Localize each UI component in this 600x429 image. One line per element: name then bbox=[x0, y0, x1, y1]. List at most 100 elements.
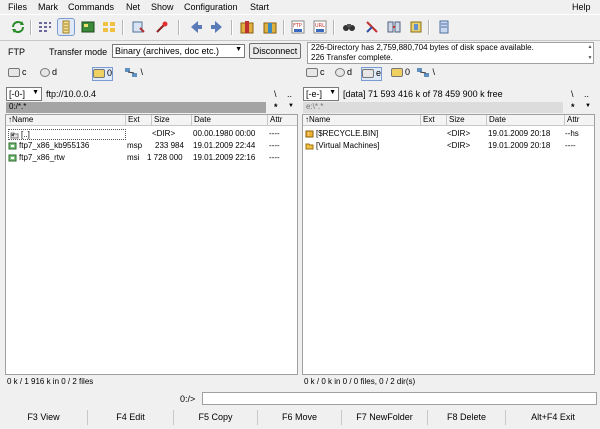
drive-0-button[interactable]: 0 bbox=[92, 67, 114, 81]
column-header-attr[interactable]: Attr bbox=[565, 115, 594, 126]
f8-delete-button[interactable]: F8 Delete bbox=[428, 410, 506, 425]
table-row[interactable]: [..] <DIR> 00.00.1980 00:00 ---- bbox=[6, 128, 297, 140]
column-header-size[interactable]: Size bbox=[152, 115, 192, 126]
log-scrollbar[interactable]: ▲ ▼ bbox=[586, 42, 594, 64]
refresh-icon[interactable] bbox=[10, 19, 26, 35]
column-header-ext[interactable]: Ext bbox=[126, 115, 152, 126]
chevron-down-icon[interactable]: ▼ bbox=[288, 103, 294, 109]
chevron-down-icon: ▼ bbox=[235, 46, 242, 53]
column-header-size[interactable]: Size bbox=[447, 115, 487, 126]
drive-icon bbox=[8, 68, 20, 78]
full-view-icon[interactable] bbox=[57, 18, 75, 36]
menu-net[interactable]: Net bbox=[126, 2, 140, 12]
left-filter-button[interactable]: * bbox=[274, 102, 278, 112]
pack-files-icon[interactable] bbox=[239, 19, 255, 35]
menu-start[interactable]: Start bbox=[250, 2, 269, 12]
file-date: 00.00.1980 00:00 bbox=[193, 129, 256, 138]
transfer-mode-label: Transfer mode bbox=[49, 47, 108, 57]
copy-names-icon[interactable] bbox=[408, 19, 424, 35]
left-current-path: 0:/*.* bbox=[6, 102, 266, 113]
ftp-connect-icon[interactable]: FTP bbox=[290, 19, 306, 35]
right-filter-button[interactable]: * bbox=[571, 102, 575, 112]
file-date: 19.01.2009 22:44 bbox=[193, 141, 256, 150]
column-header-date[interactable]: Date bbox=[487, 115, 565, 126]
compare-icon[interactable] bbox=[154, 19, 170, 35]
file-name: [..] bbox=[21, 130, 30, 139]
file-size: <DIR> bbox=[152, 129, 176, 138]
drive-d-button[interactable]: d bbox=[335, 67, 352, 79]
table-row[interactable]: ! [$RECYCLE.BIN] <DIR> 19.01.2009 20:18 -… bbox=[303, 128, 594, 140]
right-drive-select[interactable]: [-e-] ▼ bbox=[303, 87, 339, 101]
menu-help[interactable]: Help bbox=[572, 2, 591, 12]
tree-view-icon[interactable] bbox=[101, 19, 117, 35]
ftp-log: 226-Directory has 2,759,880,704 bytes of… bbox=[307, 42, 594, 64]
brief-view-icon[interactable] bbox=[37, 19, 53, 35]
left-drive-select[interactable]: [-0-] ▼ bbox=[6, 87, 42, 101]
file-name: ftp7_x86_kb955136 bbox=[19, 141, 90, 150]
forward-arrow-icon[interactable] bbox=[209, 19, 225, 35]
column-header-date[interactable]: Date bbox=[192, 115, 268, 126]
menu-configuration[interactable]: Configuration bbox=[184, 2, 238, 12]
installer-file-icon bbox=[8, 154, 17, 162]
left-up-button[interactable]: .. bbox=[287, 89, 292, 99]
file-size: 233 984 bbox=[155, 141, 184, 150]
f4-edit-button[interactable]: F4 Edit bbox=[88, 410, 174, 425]
right-up-button[interactable]: .. bbox=[584, 89, 589, 99]
invert-selection-icon[interactable] bbox=[130, 19, 146, 35]
column-header-name[interactable]: ↑Name bbox=[303, 115, 421, 126]
file-attr: ---- bbox=[269, 153, 280, 162]
file-attr: ---- bbox=[269, 141, 280, 150]
ftp-url-icon[interactable]: URL bbox=[312, 19, 328, 35]
transfer-mode-select[interactable]: Binary (archives, doc etc.) ▼ bbox=[112, 44, 245, 58]
drive-c-button[interactable]: c bbox=[306, 67, 325, 79]
left-file-panel[interactable]: ↑Name Ext Size Date Attr [..] <DIR> 00.0… bbox=[5, 114, 298, 375]
back-arrow-icon[interactable] bbox=[188, 19, 204, 35]
drive-d-button[interactable]: d bbox=[40, 67, 57, 79]
disconnect-button[interactable]: Disconnect bbox=[249, 43, 301, 59]
file-date: 19.01.2009 20:18 bbox=[488, 141, 551, 150]
column-header-name[interactable]: ↑Name bbox=[6, 115, 126, 126]
file-attr: --hs bbox=[565, 129, 579, 138]
svg-text:URL: URL bbox=[315, 23, 325, 29]
f5-copy-button[interactable]: F5 Copy bbox=[174, 410, 258, 425]
chevron-down-icon: ▼ bbox=[32, 89, 39, 96]
file-date: 19.01.2009 22:16 bbox=[193, 153, 256, 162]
unpack-files-icon[interactable] bbox=[262, 19, 278, 35]
multi-rename-icon[interactable] bbox=[364, 19, 380, 35]
folder-icon bbox=[305, 143, 314, 150]
left-root-button[interactable]: \ bbox=[274, 89, 277, 99]
drive-0-button[interactable]: 0 bbox=[391, 67, 410, 79]
cdrom-drive-icon bbox=[335, 68, 345, 78]
command-prompt: 0:/> bbox=[180, 394, 196, 404]
sync-dirs-icon[interactable] bbox=[386, 19, 402, 35]
right-file-panel[interactable]: ↑Name Ext Size Date Attr ! [$RECYCLE.BIN]… bbox=[302, 114, 595, 375]
chevron-down-icon[interactable]: ▼ bbox=[585, 103, 591, 109]
menu-files[interactable]: Files bbox=[8, 2, 27, 12]
parent-folder-icon bbox=[10, 132, 19, 139]
menu-show[interactable]: Show bbox=[151, 2, 174, 12]
file-size: <DIR> bbox=[447, 129, 471, 138]
right-root-button[interactable]: \ bbox=[571, 89, 574, 99]
menu-commands[interactable]: Commands bbox=[68, 2, 114, 12]
menu-mark[interactable]: Mark bbox=[38, 2, 58, 12]
f6-move-button[interactable]: F6 Move bbox=[258, 410, 342, 425]
column-header-attr[interactable]: Attr bbox=[268, 115, 297, 126]
thumbnail-view-icon[interactable] bbox=[80, 19, 96, 35]
f3-view-button[interactable]: F3 View bbox=[0, 410, 88, 425]
network-icon[interactable]: \ bbox=[124, 67, 143, 79]
notepad-icon[interactable] bbox=[436, 19, 452, 35]
table-row[interactable]: [Virtual Machines] <DIR> 19.01.2009 20:1… bbox=[303, 140, 594, 152]
command-input[interactable] bbox=[202, 392, 597, 405]
file-name: [Virtual Machines] bbox=[316, 141, 380, 150]
file-ext: msi bbox=[127, 153, 140, 162]
table-row[interactable]: ftp7_x86_rtw msi 1 728 000 19.01.2009 22… bbox=[6, 152, 297, 164]
network-icon[interactable]: \ bbox=[416, 67, 435, 79]
find-files-icon[interactable] bbox=[341, 19, 357, 35]
column-header-ext[interactable]: Ext bbox=[421, 115, 447, 126]
file-name: [$RECYCLE.BIN] bbox=[316, 129, 379, 138]
f7-newfolder-button[interactable]: F7 NewFolder bbox=[342, 410, 428, 425]
alt-f4-exit-button[interactable]: Alt+F4 Exit bbox=[506, 410, 600, 425]
drive-c-button[interactable]: c bbox=[8, 67, 27, 79]
drive-e-button[interactable]: e bbox=[361, 67, 383, 81]
table-row[interactable]: ftp7_x86_kb955136 msp 233 984 19.01.2009… bbox=[6, 140, 297, 152]
